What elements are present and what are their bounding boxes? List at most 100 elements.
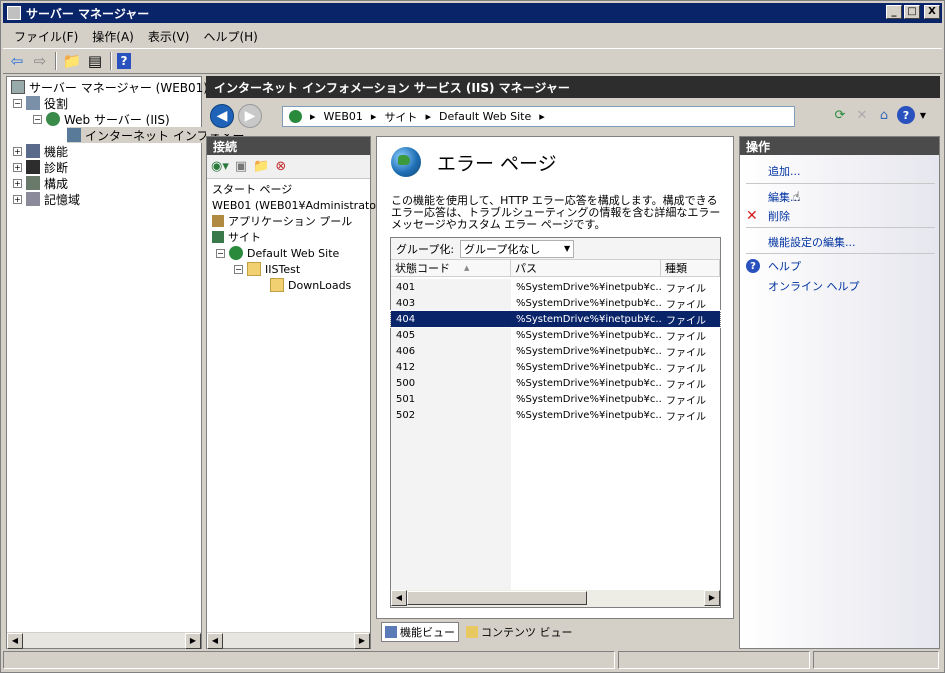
table-row[interactable]: 401 %SystemDrive%¥inetpub¥c... ファイル	[391, 279, 720, 295]
delete-connection-icon[interactable]: ⊗	[275, 159, 286, 174]
view-tabs: 機能ビュー コンテンツ ビュー	[381, 622, 576, 642]
collapse-icon[interactable]: −	[234, 264, 243, 274]
expand-icon[interactable]: +	[13, 146, 22, 156]
scroll-left-icon[interactable]: ◀	[207, 633, 223, 649]
action-add[interactable]: 追加...	[768, 163, 801, 179]
back-arrow-icon[interactable]: ⇦	[7, 51, 27, 71]
connection-default-site[interactable]: − Default Web Site	[216, 245, 339, 261]
action-edit[interactable]: 編集... ☝	[768, 189, 801, 205]
window-title: サーバー マネージャー	[26, 6, 150, 21]
content-view-icon	[466, 626, 478, 638]
breadcrumb-sites[interactable]: サイト	[384, 109, 417, 125]
collapse-icon[interactable]: −	[33, 114, 42, 124]
cell-type: ファイル	[666, 347, 706, 359]
column-status-code[interactable]: 状態コード ▲	[391, 260, 511, 276]
action-separator	[746, 253, 935, 254]
tree-item-web-server[interactable]: − Web サーバー (IIS)	[33, 111, 170, 127]
home-icon[interactable]: ⌂	[875, 106, 893, 124]
stop-icon[interactable]: ✕	[853, 106, 871, 124]
connection-iistest[interactable]: − IISTest	[234, 261, 300, 277]
list-horizontal-scrollbar[interactable]: ◀ ▶	[391, 590, 720, 607]
error-pages-globe-icon	[391, 147, 421, 177]
forward-arrow-icon[interactable]: ⇨	[30, 51, 50, 71]
table-row[interactable]: 403 %SystemDrive%¥inetpub¥c... ファイル	[391, 295, 720, 311]
scroll-left-icon[interactable]: ◀	[391, 590, 407, 606]
help-icon[interactable]: ?	[117, 53, 131, 69]
breadcrumb[interactable]: ▸ WEB01 ▸ サイト ▸ Default Web Site ▸	[282, 106, 795, 127]
up-folder-icon[interactable]: 📁	[62, 51, 82, 71]
table-row[interactable]: 501 %SystemDrive%¥inetpub¥c... ファイル	[391, 391, 720, 407]
address-bar: ◀ ▶ ▸ WEB01 ▸ サイト ▸ Default Web Site ▸ ⟳…	[206, 98, 940, 134]
breadcrumb-separator-icon: ▸	[425, 110, 431, 123]
up-icon[interactable]: 📁	[253, 159, 269, 174]
expand-icon[interactable]: +	[13, 162, 22, 172]
action-online-help[interactable]: オンライン ヘルプ	[768, 278, 860, 294]
show-hide-console-tree-icon[interactable]: ▤	[85, 51, 105, 71]
menu-view[interactable]: 表示(V)	[141, 28, 197, 45]
table-row[interactable]: 500 %SystemDrive%¥inetpub¥c... ファイル	[391, 375, 720, 391]
save-icon[interactable]: ▣	[235, 159, 247, 174]
connection-app-pools[interactable]: アプリケーション プール	[212, 213, 352, 229]
cell-status-code: 412	[396, 361, 416, 373]
connection-downloads[interactable]: DownLoads	[270, 277, 351, 293]
scroll-right-icon[interactable]: ▶	[354, 633, 370, 649]
action-help[interactable]: ? ヘルプ	[746, 258, 801, 274]
menu-action[interactable]: 操作(A)	[85, 28, 141, 45]
scroll-left-icon[interactable]: ◀	[7, 633, 23, 649]
column-path[interactable]: パス	[511, 260, 661, 276]
minimize-button[interactable]: _	[886, 5, 902, 19]
tree-item-diagnostics[interactable]: + 診断	[13, 159, 68, 175]
action-delete[interactable]: ✕ 削除	[746, 208, 790, 224]
feature-description: この機能を使用して、HTTP エラー応答を構成します。構成できるエラー応答は、ト…	[391, 194, 721, 231]
connection-start-page[interactable]: スタート ページ	[212, 181, 292, 197]
tree-item-storage[interactable]: + 記憶域	[13, 191, 80, 207]
table-row[interactable]: 404 %SystemDrive%¥inetpub¥c... ファイル	[390, 310, 721, 328]
tree-item-roles[interactable]: − 役割	[13, 95, 68, 111]
help-icon[interactable]: ?	[897, 106, 915, 124]
connection-server[interactable]: WEB01 (WEB01¥Administrator)	[212, 197, 385, 213]
diagnostics-icon	[26, 160, 40, 174]
refresh-icon[interactable]: ⟳	[831, 106, 849, 124]
roles-icon	[26, 96, 40, 110]
cell-status-code: 404	[396, 313, 416, 325]
column-type[interactable]: 種類	[661, 260, 720, 276]
close-button[interactable]: X	[924, 5, 940, 19]
connections-panel: 接続 ◉▾ ▣ 📁 ⊗ スタート ページ WEB01 (WEB01¥Admini…	[206, 136, 385, 649]
breadcrumb-server[interactable]: WEB01	[324, 110, 363, 123]
connections-horizontal-scrollbar[interactable]: ◀ ▶	[207, 632, 370, 649]
table-row[interactable]: 502 %SystemDrive%¥inetpub¥c... ファイル	[391, 407, 720, 423]
maximize-button[interactable]: □	[904, 5, 920, 19]
scroll-right-icon[interactable]: ▶	[185, 633, 201, 649]
sort-ascending-icon: ▲	[464, 264, 470, 272]
help-dropdown-icon[interactable]: ▼	[919, 106, 927, 124]
cell-type: ファイル	[666, 395, 706, 407]
cell-path: %SystemDrive%¥inetpub¥c...	[516, 393, 661, 405]
tree-item-configuration[interactable]: + 構成	[13, 175, 68, 191]
status-pane-main	[3, 651, 615, 669]
tree-item-server-manager[interactable]: サーバー マネージャー (WEB01)	[11, 79, 208, 95]
expand-icon[interactable]: +	[13, 194, 22, 204]
menu-file[interactable]: ファイル(F)	[7, 28, 85, 45]
back-icon[interactable]: ◀	[210, 104, 234, 128]
collapse-icon[interactable]: −	[216, 248, 225, 258]
tree-horizontal-scrollbar[interactable]: ◀ ▶	[7, 632, 201, 649]
iis-manager-icon	[67, 128, 81, 142]
action-edit-feature-settings[interactable]: 機能設定の編集...	[768, 234, 856, 250]
table-row[interactable]: 412 %SystemDrive%¥inetpub¥c... ファイル	[391, 359, 720, 375]
collapse-icon[interactable]: −	[13, 98, 22, 108]
scrollbar-thumb[interactable]	[407, 591, 587, 605]
breadcrumb-site[interactable]: Default Web Site	[439, 110, 531, 123]
tab-features-view[interactable]: 機能ビュー	[381, 622, 459, 642]
expand-icon[interactable]: +	[13, 178, 22, 188]
connect-icon[interactable]: ◉▾	[211, 159, 229, 174]
action-separator	[746, 227, 935, 228]
tree-item-features[interactable]: + 機能	[13, 143, 68, 159]
grouping-select[interactable]: グループ化なし ▼	[460, 239, 575, 258]
tab-content-view[interactable]: コンテンツ ビュー	[463, 622, 576, 642]
forward-icon[interactable]: ▶	[238, 104, 262, 128]
table-row[interactable]: 405 %SystemDrive%¥inetpub¥c... ファイル	[391, 327, 720, 343]
menu-help[interactable]: ヘルプ(H)	[196, 28, 264, 45]
scroll-right-icon[interactable]: ▶	[704, 590, 720, 606]
connection-sites[interactable]: サイト	[212, 229, 261, 245]
table-row[interactable]: 406 %SystemDrive%¥inetpub¥c... ファイル	[391, 343, 720, 359]
